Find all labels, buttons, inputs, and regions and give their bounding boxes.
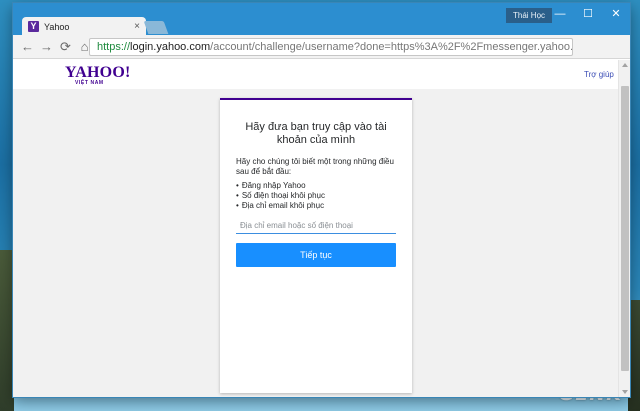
browser-window: Y Yahoo × Thái Học — ☐ ✕ ← → ⟳ ⌂ https:/… <box>13 3 630 397</box>
yahoo-favicon-icon: Y <box>28 21 39 32</box>
card-description: Hãy cho chúng tôi biết một trong những đ… <box>236 157 394 176</box>
title-bar[interactable]: Y Yahoo × Thái Học — ☐ ✕ <box>13 3 630 36</box>
page-viewport: YAHOO! VIỆT NAM Trợ giúp Hãy đưa bạn tru… <box>13 60 630 397</box>
continue-button[interactable]: Tiếp tục <box>236 243 396 267</box>
yahoo-logo-subtitle: VIỆT NAM <box>75 80 104 86</box>
list-item: Địa chỉ email khôi phục <box>236 201 400 211</box>
help-link[interactable]: Trợ giúp <box>584 70 614 79</box>
list-item: Số điện thoại khôi phục <box>236 191 400 201</box>
scroll-up-arrow-icon[interactable] <box>622 63 628 67</box>
tab-title: Yahoo <box>44 21 70 32</box>
tab-close-icon[interactable]: × <box>134 21 140 32</box>
scroll-down-arrow-icon[interactable] <box>622 390 628 394</box>
desktop-rock-left <box>0 250 14 411</box>
vertical-scrollbar[interactable] <box>618 60 630 397</box>
window-controls: — ☐ ✕ <box>546 3 630 25</box>
url-scheme: https:// <box>97 41 131 53</box>
card-title: Hãy đưa bạn truy cập vào tài khoản của m… <box>245 121 387 146</box>
maximize-button[interactable]: ☐ <box>574 3 602 25</box>
back-arrow-icon[interactable]: ← <box>19 38 36 56</box>
identifier-field-wrapper <box>236 215 396 235</box>
address-bar[interactable]: https:// login.yahoo.com /account/challe… <box>89 38 573 56</box>
url-host: login.yahoo.com <box>130 41 211 53</box>
login-card: Hãy đưa bạn truy cập vào tài khoản của m… <box>220 98 412 393</box>
url-path: /account/challenge/username?done=https%3… <box>210 41 573 53</box>
scroll-thumb[interactable] <box>621 86 629 371</box>
identifier-input[interactable] <box>236 216 396 235</box>
list-item: Đăng nhập Yahoo <box>236 181 400 191</box>
browser-toolbar: ← → ⟳ ⌂ https:// login.yahoo.com /accoun… <box>13 35 630 84</box>
tab-yahoo[interactable]: Y Yahoo × <box>22 17 146 36</box>
new-tab-button[interactable] <box>143 21 169 34</box>
reload-icon[interactable]: ⟳ <box>57 38 74 56</box>
page-header: YAHOO! VIỆT NAM Trợ giúp <box>13 60 618 89</box>
minimize-button[interactable]: — <box>546 3 574 25</box>
close-button[interactable]: ✕ <box>602 3 630 25</box>
option-list: Đăng nhập Yahoo Số điện thoại khôi phục … <box>236 181 400 211</box>
forward-arrow-icon[interactable]: → <box>38 38 55 56</box>
